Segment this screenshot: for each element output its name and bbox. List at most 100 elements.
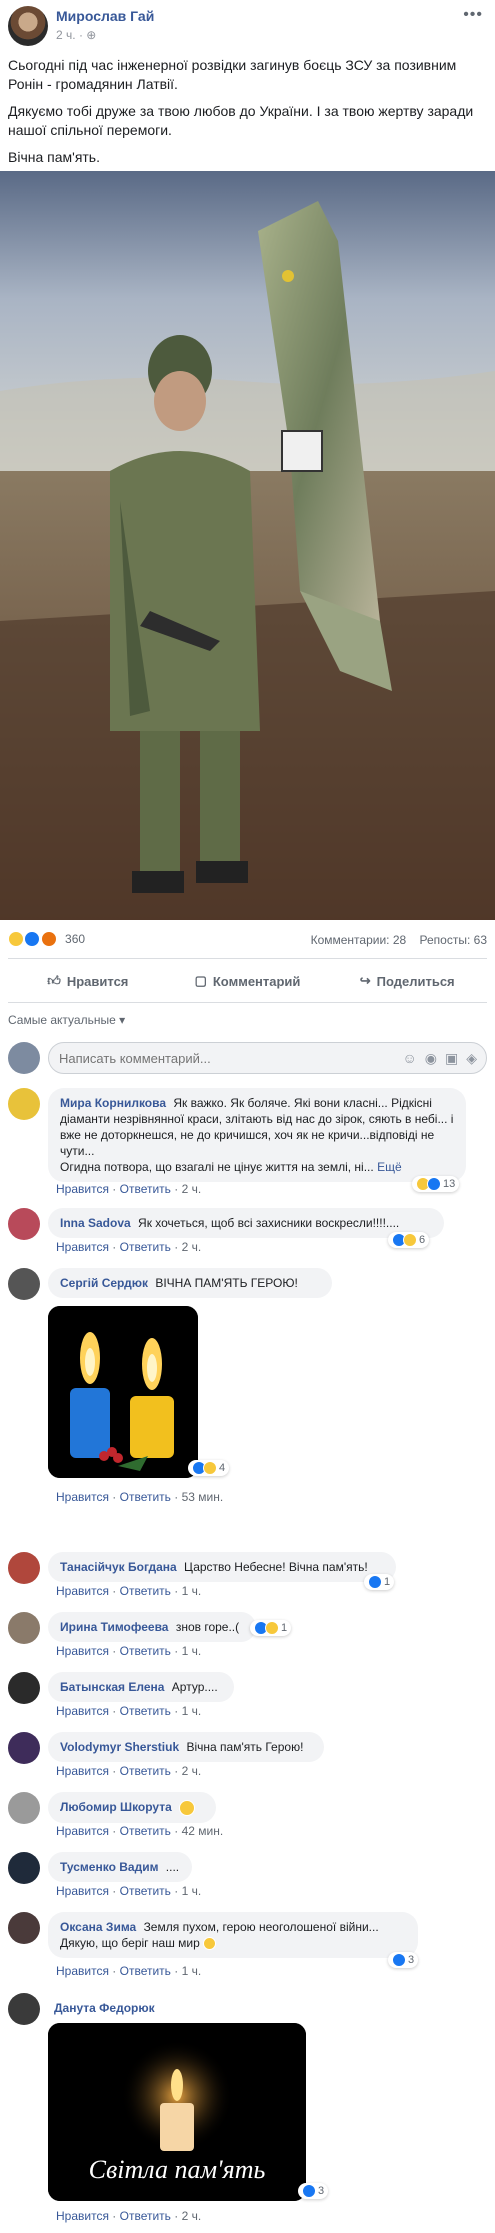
commenter-name[interactable]: Оксана Зима	[60, 1920, 136, 1934]
author-name[interactable]: Мирослав Гай	[56, 8, 154, 24]
comment-reactions[interactable]: 4	[188, 1460, 230, 1476]
comment-reply-link[interactable]: Ответить	[120, 1704, 171, 1718]
comment-reply-link[interactable]: Ответить	[120, 1764, 171, 1778]
comment-time[interactable]: 2 ч.	[182, 1764, 202, 1778]
comment-like-link[interactable]: Нравится	[56, 1964, 109, 1978]
comment-bubble: Тусменко Вадим ....	[48, 1852, 192, 1882]
comment-time[interactable]: 1 ч.	[182, 1584, 202, 1598]
post-paragraph: Дякуємо тобі друже за твою любов до Укра…	[8, 103, 474, 138]
comment-text: Вічна пам'ять Герою!	[186, 1740, 304, 1754]
comment-button[interactable]: ▢ Комментарий	[168, 964, 328, 998]
comment-bubble: Любомир Шкорута	[48, 1792, 216, 1823]
comment-time[interactable]: 1 ч.	[182, 1644, 202, 1658]
comment-reply-link[interactable]: Ответить	[120, 1884, 171, 1898]
comment-reply-link[interactable]: Ответить	[120, 1584, 171, 1598]
post-time[interactable]: 2 ч.	[56, 28, 76, 42]
comment-reactions[interactable]: 1	[364, 1574, 395, 1590]
comment-like-link[interactable]: Нравится	[56, 1490, 109, 1504]
comment-like-link[interactable]: Нравится	[56, 1704, 109, 1718]
candles-image	[48, 1306, 198, 1478]
see-more-link[interactable]: Ещё	[377, 1160, 402, 1174]
comment-reactions[interactable]: 3	[388, 1952, 419, 1968]
comment-text: Дякую, що беріг наш мир	[60, 1936, 200, 1950]
comment: Танасійчук Богдана Царство Небесне! Вічн…	[8, 1552, 487, 1602]
comment-time[interactable]: 1 ч.	[182, 1704, 202, 1718]
comment-reply-link[interactable]: Ответить	[120, 1824, 171, 1838]
comment-reply-link[interactable]: Ответить	[120, 1490, 171, 1504]
commenter-name[interactable]: Сергій Сердюк	[60, 1276, 148, 1290]
comment-actions: Нравится · Ответить · 2 ч.	[56, 1240, 202, 1254]
comment-bubble: Танасійчук Богдана Царство Небесне! Вічн…	[48, 1552, 396, 1582]
comment-like-link[interactable]: Нравится	[56, 1182, 109, 1196]
comment-reactions[interactable]: 6	[388, 1232, 430, 1248]
commenter-name[interactable]: Танасійчук Богдана	[60, 1560, 177, 1574]
post-actions: 👍︎ Нравится ▢ Комментарий ↪ Поделиться	[8, 964, 487, 998]
comment-reply-link[interactable]: Ответить	[120, 1644, 171, 1658]
comment-like-link[interactable]: Нравится	[56, 2209, 109, 2223]
shares-count[interactable]: Репосты: 63	[420, 933, 487, 947]
comment-reply-link[interactable]: Ответить	[120, 1182, 171, 1196]
more-options-icon[interactable]: •••	[463, 6, 483, 24]
comment-like-link[interactable]: Нравится	[56, 1764, 109, 1778]
commenter-avatar[interactable]	[8, 1612, 40, 1644]
commenter-avatar[interactable]	[8, 1792, 40, 1824]
comment-text: ВІЧНА ПАМ'ЯТЬ ГЕРОЮ!	[155, 1276, 298, 1290]
reactions-summary[interactable]: 360 Комментарии: 28 Репосты: 63	[8, 931, 487, 951]
post-photo[interactable]	[0, 171, 495, 920]
comment: Тусменко Вадим .... Нравится · Ответить …	[8, 1852, 487, 1902]
gif-icon[interactable]: ▣	[445, 1050, 458, 1067]
comment-like-link[interactable]: Нравится	[56, 1240, 109, 1254]
comment-time[interactable]: 2 ч.	[182, 1240, 202, 1254]
post-header: Мирослав Гай 2 ч. · ⊕ •••	[8, 6, 487, 46]
commenter-avatar[interactable]	[8, 1208, 40, 1240]
commenter-name[interactable]: Батынская Елена	[60, 1680, 164, 1694]
comments-count[interactable]: Комментарии: 28	[311, 933, 407, 947]
commenter-name[interactable]: Тусменко Вадим	[60, 1860, 158, 1874]
commenter-name[interactable]: Ирина Тимофеева	[60, 1620, 168, 1634]
comment-reply-link[interactable]: Ответить	[120, 1964, 171, 1978]
commenter-avatar[interactable]	[8, 1732, 40, 1764]
commenter-name[interactable]: Volodymyr Sherstiuk	[60, 1740, 179, 1754]
comment-image[interactable]: Світла пам'ять	[48, 2023, 306, 2201]
comment-time[interactable]: 42 мин.	[182, 1824, 224, 1838]
comment-time[interactable]: 2 ч.	[182, 1182, 202, 1196]
comment-time[interactable]: 2 ч.	[182, 2209, 202, 2223]
commenter-name[interactable]: Мира Корнилкова	[60, 1096, 166, 1110]
commenter-avatar[interactable]	[8, 1268, 40, 1300]
author-avatar[interactable]	[8, 6, 48, 46]
like-button[interactable]: 👍︎ Нравится	[8, 964, 168, 998]
commenter-avatar[interactable]	[8, 1552, 40, 1584]
commenter-avatar[interactable]	[8, 1088, 40, 1120]
comment-time[interactable]: 53 мин.	[182, 1490, 224, 1504]
comment-like-link[interactable]: Нравится	[56, 1584, 109, 1598]
sad-emoji-icon	[203, 1937, 217, 1951]
comment-sort-dropdown[interactable]: Самые актуальные ▾	[8, 1013, 125, 1027]
commenter-name[interactable]: Любомир Шкорута	[60, 1800, 172, 1814]
comment-time[interactable]: 1 ч.	[182, 1964, 202, 1978]
comment-like-link[interactable]: Нравится	[56, 1824, 109, 1838]
comment-reactions[interactable]: 1	[250, 1620, 292, 1636]
reaction-count: 1	[384, 1576, 391, 1588]
comment-like-link[interactable]: Нравится	[56, 1884, 109, 1898]
comment-actions: Нравится · Ответить · 1 ч.	[56, 1704, 202, 1718]
comment-reply-link[interactable]: Ответить	[120, 2209, 171, 2223]
like-reaction-icon	[427, 1177, 441, 1191]
sticker-icon[interactable]: ◈	[466, 1050, 477, 1067]
comment-reply-link[interactable]: Ответить	[120, 1240, 171, 1254]
comment-time[interactable]: 1 ч.	[182, 1884, 202, 1898]
comment-image[interactable]	[48, 1306, 198, 1478]
emoji-icon[interactable]: ☺	[402, 1050, 416, 1067]
comment-bubble: Сергій Сердюк ВІЧНА ПАМ'ЯТЬ ГЕРОЮ!	[48, 1268, 332, 1298]
commenter-name[interactable]: Данута Федорюк	[54, 2001, 155, 2015]
camera-icon[interactable]: ◉	[425, 1050, 437, 1067]
comment-reactions[interactable]: 13	[412, 1176, 460, 1192]
commenter-avatar[interactable]	[8, 1993, 40, 2025]
share-button[interactable]: ↪ Поделиться	[327, 964, 487, 998]
comment-text: Огидна потвора, що взагалі не цінує житт…	[60, 1160, 374, 1174]
comment-reactions[interactable]: 3	[298, 2183, 329, 2199]
comment-like-link[interactable]: Нравится	[56, 1644, 109, 1658]
commenter-avatar[interactable]	[8, 1672, 40, 1704]
commenter-name[interactable]: Inna Sadova	[60, 1216, 131, 1230]
commenter-avatar[interactable]	[8, 1852, 40, 1884]
commenter-avatar[interactable]	[8, 1912, 40, 1944]
